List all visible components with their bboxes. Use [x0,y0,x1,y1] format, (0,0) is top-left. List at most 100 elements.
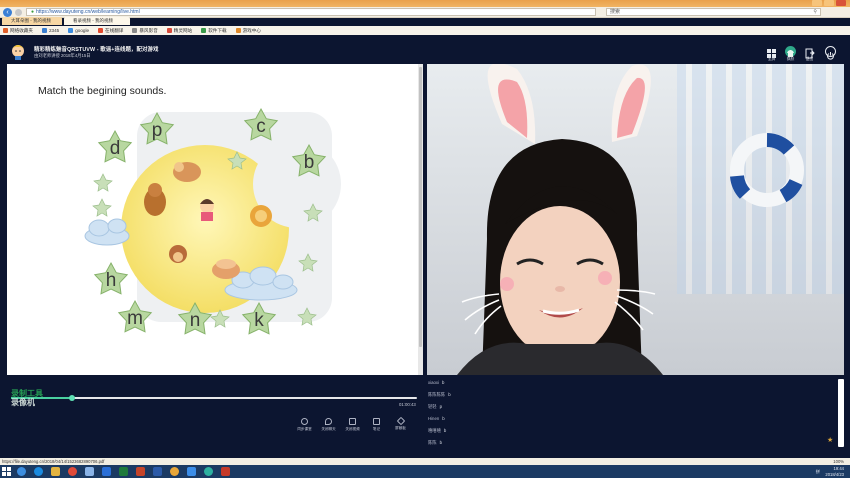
bookmark-item[interactable]: 游戏中心 [235,27,261,34]
classroom-toolbar: 同步课堂 关闭聊天 关闭视频 笔记 屏蔽板 [296,416,409,432]
close-button[interactable] [836,0,846,6]
bookmark-item[interactable]: 2345 [41,28,60,33]
tab-label: 大耳朵图 - 我的视频 [11,18,51,23]
courseware-slide[interactable]: Match the begining sounds. pcdbhmnk [7,64,418,375]
animal-lion [250,205,272,227]
bookmark-item[interactable]: 精灵网站 [166,28,192,34]
taskbar-app[interactable] [217,465,234,478]
site-icon [166,28,172,33]
taskbar-app[interactable] [98,465,115,478]
search-icon[interactable]: ⚲ [813,9,817,16]
windows-taskbar: 拼 19:44 2018/4/23 [0,465,850,478]
star-letter: m [127,308,143,329]
star-letter: p [152,120,163,141]
taskbar-app[interactable] [132,465,149,478]
tool-label: 同步课堂 [297,427,312,431]
chat-scroll-thumb[interactable] [839,381,843,431]
bookmark-item[interactable]: google [68,28,89,33]
power-icon[interactable] [825,46,836,60]
watermark-line-2: 录像机 [11,398,35,407]
taskbar-app[interactable] [200,465,217,478]
forward-button[interactable] [15,8,22,16]
chat-scrollbar[interactable] [838,379,844,447]
tab-1[interactable]: 大耳朵图 - 我的视频 [2,17,62,25]
taskbar-app[interactable] [166,465,183,478]
tool-icon [85,467,94,476]
exit-doc-icon[interactable]: 退出 [804,46,815,61]
bookmark-label: 网络收藏夹 [10,27,33,33]
slide-scrollbar[interactable] [418,64,423,375]
bookmark-label: 游戏中心 [242,27,261,33]
url-text: https://www.dayuteng.cn/web/learning/liv… [36,9,140,15]
page-title: 精彩精练魅音QRSTUVW - 歌谣+连线题，配对游戏 [34,47,159,53]
taskbar-app[interactable] [13,465,30,478]
chat-text: b [439,440,442,445]
chat-message: 嘻嘻嘻 b [428,428,446,434]
slide-illustration: p c d b hm n k [84,107,341,335]
taskbar-app[interactable] [81,465,98,478]
letter-star-d[interactable]: d [97,129,133,163]
notes-app-icon [187,467,196,476]
close-video-button[interactable]: 关闭视频 [344,418,361,432]
bookmark-item[interactable]: 网络收藏夹 [3,28,33,34]
hide-board-button[interactable]: 屏蔽板 [392,416,409,432]
animal-monkey [169,245,187,263]
chat-user: Hinen [428,416,440,421]
tool-label: 关闭视频 [345,427,360,431]
bookmark-item[interactable]: 暴风影音 [132,28,158,34]
star-letter: d [110,138,121,159]
input-method-indicator[interactable]: 拼 [816,469,820,475]
slide-scroll-thumb[interactable] [419,67,422,347]
bookmark-item[interactable]: 在线翻译 [98,28,123,34]
taskbar-app[interactable] [115,465,132,478]
star-icon [3,28,8,33]
notes-button[interactable]: 笔记 [368,418,385,432]
chat-text: p [439,404,442,409]
bookmarks-bar: 网络收藏夹 2345 google 在线翻译 暴风影音 精灵网站 软件下载 游戏… [0,26,850,35]
zoom-level[interactable]: 100% [833,458,844,465]
chrome-icon [170,467,179,476]
shirt-icon[interactable]: 换肤 [785,46,796,61]
playback-progress[interactable] [11,395,417,401]
progress-knob[interactable] [68,395,75,401]
tab-2[interactable]: 看录视频 - 我的视频 [64,17,130,25]
bookmark-item[interactable]: 软件下载 [201,28,227,34]
browser-status-bar: https://file.dayuteng.cn/2018/04/14/1523… [0,458,850,465]
hide-icon [396,416,405,426]
header-icon-label: 全屏 [767,57,776,61]
shield-icon [102,467,111,476]
taskbar-app[interactable] [47,465,64,478]
taskbar-app[interactable] [30,465,47,478]
star-letter: b [304,152,315,173]
minimize-button[interactable] [812,0,822,6]
chat-panel: xiaoxi b 陈陈陈陈 b 轻轻 p Hinen b 嘻嘻嘻 b 陈陈 b [427,377,837,457]
powerpoint-icon [136,467,145,476]
search-placeholder: 搜索 [610,9,621,15]
wall-stripes [677,64,844,294]
back-button[interactable]: ‹ [3,7,12,17]
url-input[interactable]: ● https://www.dayuteng.cn/web/learning/li… [26,8,596,16]
search-input[interactable]: 搜索 ⚲ [606,8,821,16]
start-button[interactable] [0,465,13,478]
clock-date: 2018/4/23 [825,471,844,477]
grid-icon[interactable]: 全屏 [766,46,777,61]
sync-class-button[interactable]: 同步课堂 [296,418,313,432]
taskbar-app[interactable] [149,465,166,478]
ie-icon [17,467,26,476]
close-chat-button[interactable]: 关闭聊天 [320,418,337,432]
taskbar-app[interactable] [183,465,200,478]
chat-text: b [442,380,445,385]
bubble-icon [325,418,332,425]
favorite-star-icon[interactable]: ★ [827,436,833,444]
chat-message: Hinen b [428,416,445,421]
bookmark-label: 2345 [48,28,60,33]
taskbar-app[interactable] [64,465,81,478]
letter-star-h[interactable]: h [93,261,129,295]
page-subtitle: 由刘老师讲授 2018年4月15日 [34,53,91,58]
recorder-watermark: 录制工具 录像机 [11,389,43,407]
system-clock[interactable]: 19:44 2018/4/23 [825,466,844,477]
tool-label: 关闭聊天 [321,427,336,431]
player-icon [68,467,77,476]
status-url: https://file.dayuteng.cn/2018/04/14/1523… [2,459,105,464]
maximize-button[interactable] [824,0,834,6]
